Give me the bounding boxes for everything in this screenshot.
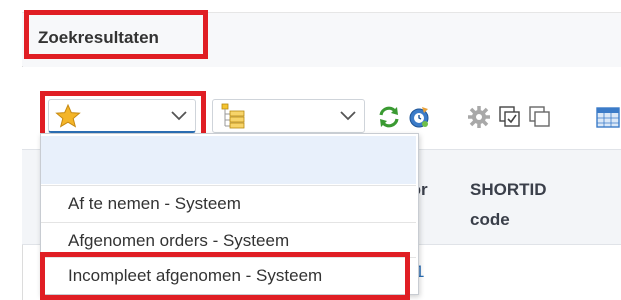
column-header-code: code [470, 210, 510, 229]
copy-icon[interactable] [527, 105, 551, 129]
dropdown-option-af-te-nemen[interactable]: Af te nemen - Systeem [41, 185, 416, 220]
column-header-shortid[interactable]: SHORTID [470, 176, 547, 204]
list-tree-icon [221, 103, 245, 129]
refresh-icon[interactable] [377, 105, 401, 129]
settings-gear-icon[interactable] [467, 105, 491, 129]
chevron-down-icon [340, 111, 356, 121]
calendar-grid-icon[interactable] [594, 105, 621, 129]
copy-check-icon[interactable] [497, 105, 521, 129]
option-highlight-box [40, 252, 410, 300]
search-results-panel: Zoekresultaten SHORTID code 1 Af te neme… [0, 0, 621, 300]
refresh-schedule-icon[interactable] [407, 105, 431, 129]
view-layout-dropdown[interactable] [212, 99, 365, 133]
dropdown-option-empty[interactable] [41, 136, 416, 184]
title-highlight-box [24, 10, 208, 59]
